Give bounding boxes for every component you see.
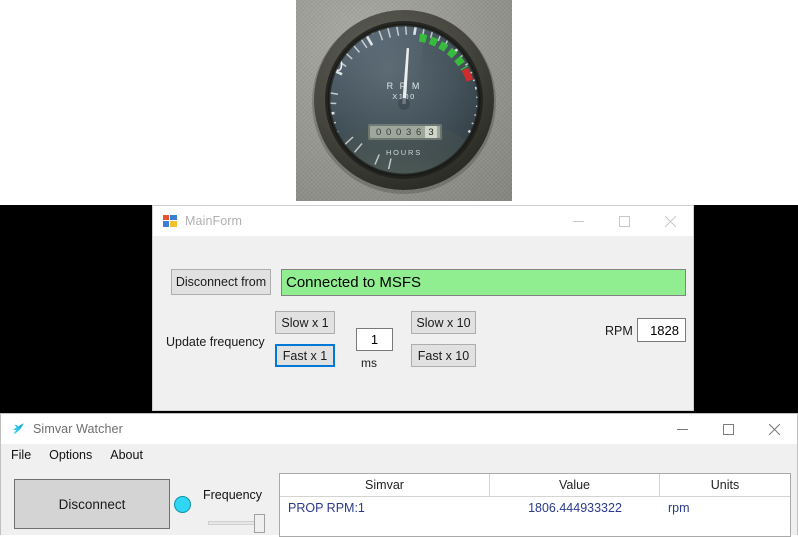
close-icon: [665, 216, 676, 227]
winforms-icon: [162, 213, 178, 229]
mainform-window-buttons[interactable]: [555, 206, 693, 236]
disconnect-button[interactable]: Disconnect: [14, 479, 170, 529]
slow-x1-button[interactable]: Slow x 1: [275, 311, 335, 334]
cell-value: 1806.444933322: [490, 501, 660, 515]
mainform-window[interactable]: MainForm: [152, 205, 694, 411]
svg-text:0: 0: [386, 127, 391, 138]
menu-item-about[interactable]: About: [101, 445, 152, 465]
connection-status-text: Connected to MSFS: [286, 274, 421, 291]
rpm-value-field[interactable]: 1828: [637, 318, 686, 342]
svg-text:HOURS: HOURS: [386, 148, 422, 157]
rpm-value: 1828: [641, 323, 682, 338]
minimize-icon: [573, 216, 584, 227]
frequency-slider-thumb[interactable]: [254, 514, 265, 533]
connection-status-led: [174, 496, 191, 513]
minimize-icon: [677, 424, 688, 435]
interval-unit-label: ms: [361, 356, 377, 370]
svg-text:0: 0: [376, 127, 381, 138]
simvar-watcher-titlebar[interactable]: Simvar Watcher: [1, 414, 797, 444]
mainform-client-area: Disconnect from Connected to MSFS Update…: [153, 236, 693, 410]
simvar-watcher-window[interactable]: Simvar Watcher: [0, 413, 798, 535]
simvar-menubar[interactable]: File Options About: [2, 444, 796, 467]
update-frequency-label: Update frequency: [166, 335, 265, 349]
cell-simvar: PROP RPM:1: [280, 501, 490, 515]
grid-header-row: Simvar Value Units: [280, 474, 790, 497]
mainform-titlebar[interactable]: MainForm: [153, 206, 693, 236]
column-header-simvar[interactable]: Simvar: [280, 474, 490, 496]
mainform-minimize-button[interactable]: [555, 206, 601, 236]
cell-units: rpm: [660, 501, 790, 515]
maximize-icon: [723, 424, 734, 435]
simvar-watcher-title: Simvar Watcher: [33, 422, 123, 436]
bird-icon: [10, 421, 26, 437]
interval-input[interactable]: 1: [356, 328, 393, 351]
tachometer-gauge: 0 5 10 15 20 25 30 35 R P M X100: [296, 0, 512, 201]
slow-x10-button[interactable]: Slow x 10: [411, 311, 476, 334]
simvar-data-grid[interactable]: Simvar Value Units PROP RPM:1 1806.44493…: [279, 473, 791, 537]
mainform-maximize-button[interactable]: [601, 206, 647, 236]
simvar-window-buttons[interactable]: [659, 414, 797, 444]
frequency-slider[interactable]: [208, 513, 266, 533]
aircraft-tachometer-photo: 0 5 10 15 20 25 30 35 R P M X100: [296, 0, 512, 201]
svg-text:6: 6: [416, 127, 421, 138]
simvar-client-area: Disconnect Frequency Simvar Value Units …: [2, 466, 796, 535]
fast-x1-button[interactable]: Fast x 1: [275, 344, 335, 367]
mainform-close-button[interactable]: [647, 206, 693, 236]
column-header-value[interactable]: Value: [490, 474, 660, 496]
connection-status-box: Connected to MSFS: [281, 269, 686, 296]
disconnect-from-button[interactable]: Disconnect from: [171, 269, 271, 295]
fast-x10-button[interactable]: Fast x 10: [411, 344, 476, 367]
simvar-minimize-button[interactable]: [659, 414, 705, 444]
menu-item-file[interactable]: File: [2, 445, 40, 465]
svg-text:3: 3: [406, 127, 411, 138]
simvar-maximize-button[interactable]: [705, 414, 751, 444]
svg-text:0: 0: [396, 127, 401, 138]
desktop-background: 0 5 10 15 20 25 30 35 R P M X100: [0, 0, 798, 535]
maximize-icon: [619, 216, 630, 227]
menu-item-options[interactable]: Options: [40, 445, 101, 465]
rpm-label: RPM: [605, 324, 633, 338]
frequency-label: Frequency: [203, 488, 262, 502]
table-row[interactable]: PROP RPM:1 1806.444933322 rpm: [280, 497, 790, 519]
simvar-close-button[interactable]: [751, 414, 797, 444]
svg-text:3: 3: [428, 127, 433, 138]
close-icon: [769, 424, 780, 435]
interval-value: 1: [360, 332, 389, 347]
column-header-units[interactable]: Units: [660, 474, 790, 496]
mainform-title: MainForm: [185, 214, 242, 228]
